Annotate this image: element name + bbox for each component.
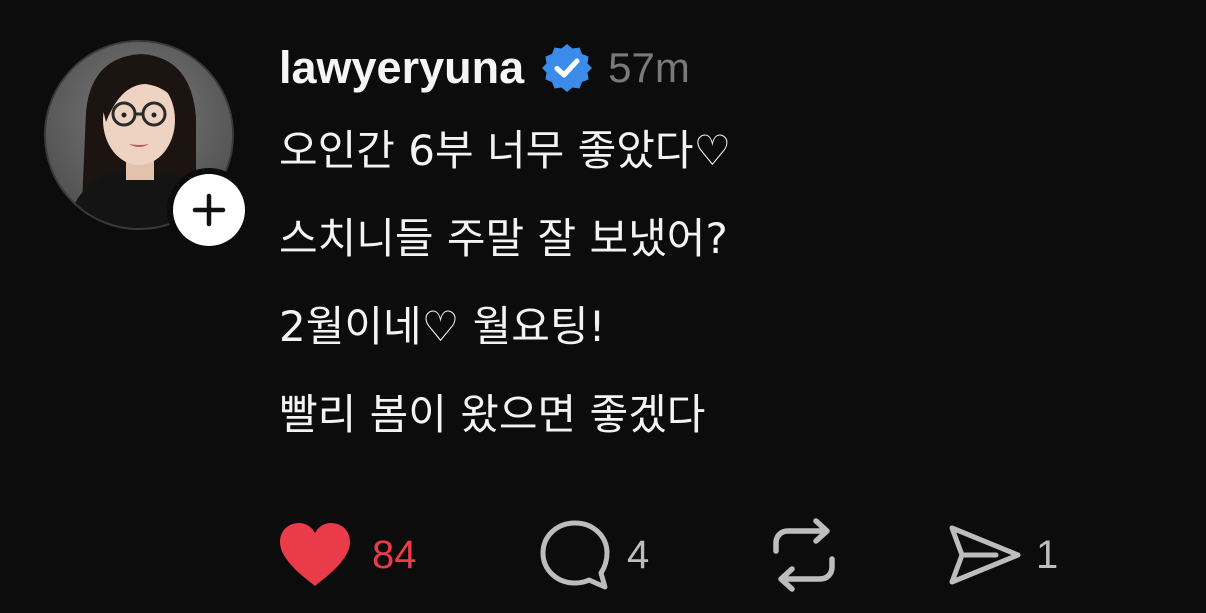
like-count: 84 [372,532,417,577]
like-button[interactable]: 84 [276,510,417,600]
follow-button-circle[interactable] [173,174,245,246]
comment-icon [540,520,610,590]
reply-button[interactable]: 4 [537,510,649,600]
post-text-line: 스치니들 주말 잘 보냈어? [279,214,728,263]
repost-icon [773,518,835,592]
reply-count: 4 [627,532,650,577]
post-text-line: 2월이네♡ 월요팅! [279,302,606,351]
verified-badge-icon [540,41,594,95]
post-text-line: 빨리 봄이 왔으면 좋겠다 [279,390,706,439]
post-timestamp: 57m [608,44,690,91]
share-count: 1 [1036,532,1059,577]
post-text-line: 오인간 6부 너무 좋았다♡ [279,126,732,175]
post-actions: 84 4 1 [274,510,1174,600]
avatar-container[interactable] [44,40,251,252]
heart-icon [280,523,350,586]
send-icon [949,525,1021,585]
post-body: 오인간 6부 너무 좋았다♡ 스치니들 주말 잘 보냈어? 2월이네♡ 월요팅!… [279,127,1159,479]
repost-button[interactable] [764,510,844,600]
thread-post: lawyeryuna 57m 오인간 6부 너무 좋았다♡ 스치니들 주말 잘 … [0,0,1206,613]
plus-icon [192,193,226,227]
username[interactable]: lawyeryuna [279,42,524,94]
post-header: lawyeryuna 57m [279,38,690,98]
share-button[interactable]: 1 [946,510,1058,600]
follow-button[interactable] [167,168,251,252]
